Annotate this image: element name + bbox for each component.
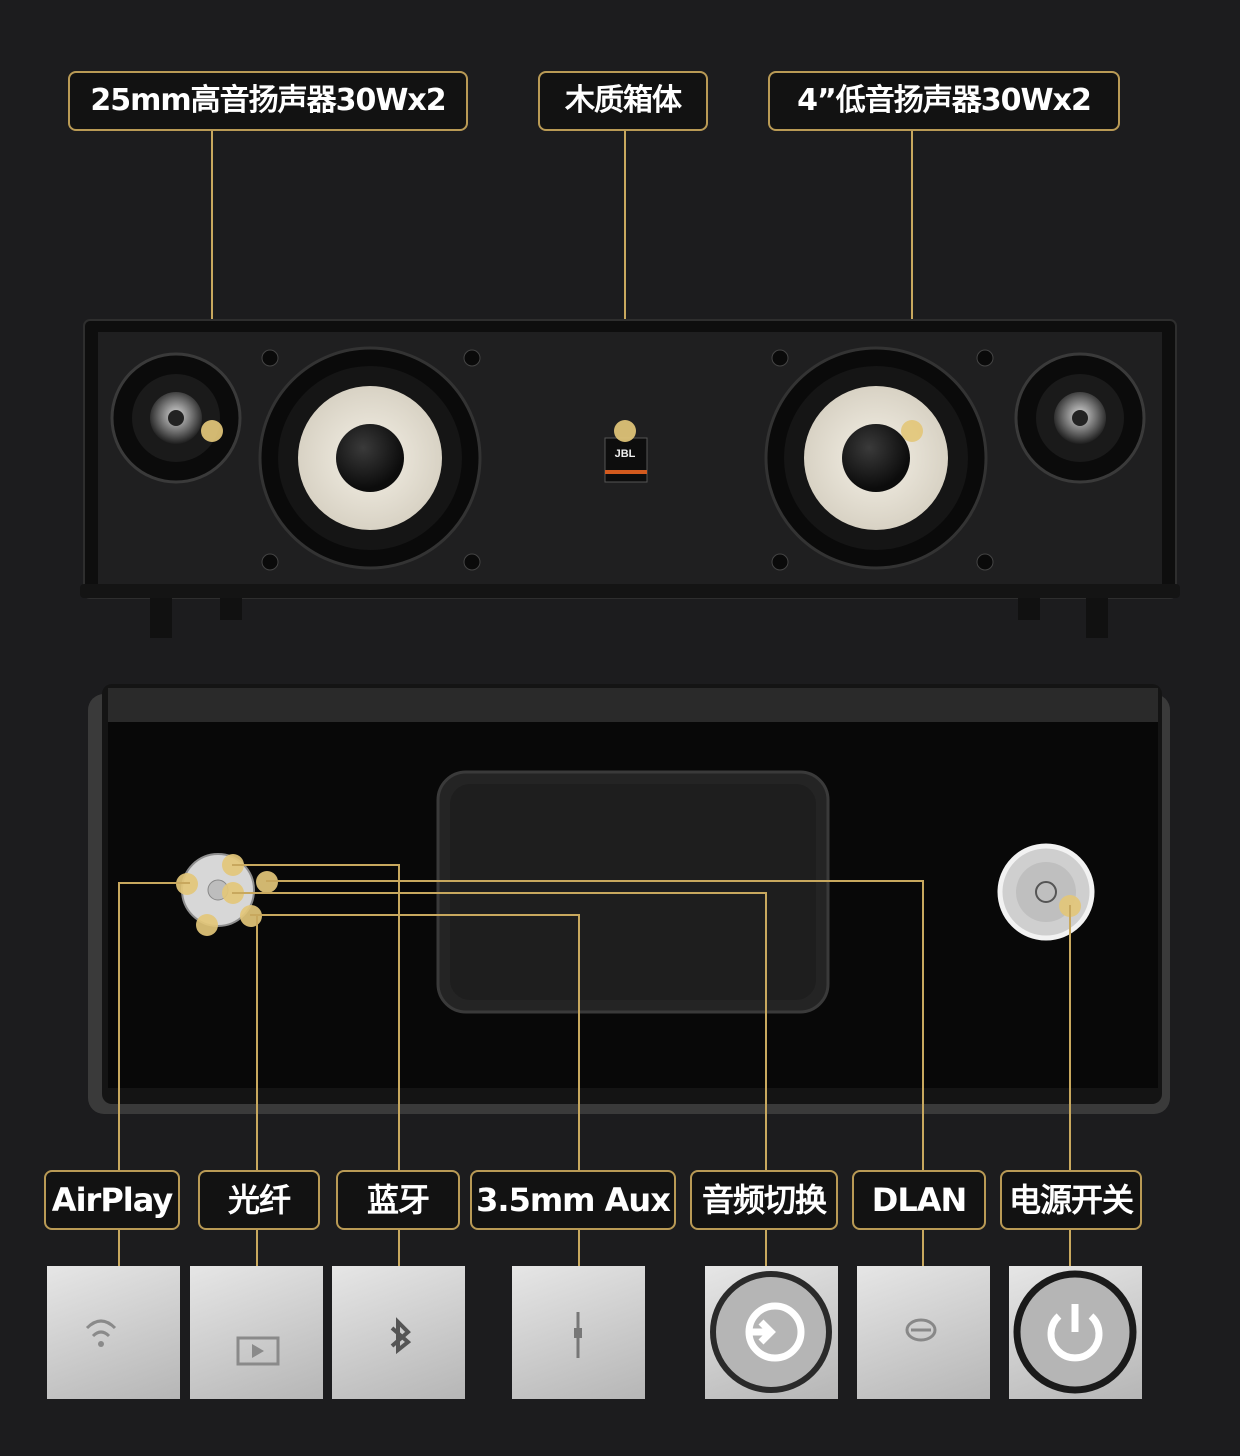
optical-tile-line [256, 1230, 258, 1266]
optical-marker [196, 914, 218, 936]
screen-play-icon [236, 1336, 280, 1366]
wifi-icon [85, 1319, 117, 1347]
aux-label: 3.5mm Aux [470, 1170, 676, 1230]
aux-marker [240, 905, 262, 927]
source-label: 音频切换 [690, 1170, 838, 1230]
source-closeup [705, 1266, 838, 1399]
power-label: 电源开关 [1000, 1170, 1142, 1230]
woofer-label: 4”低音扬声器30Wx2 [768, 71, 1120, 131]
source-leader-line-v [765, 892, 767, 1170]
optical-label: 光纤 [198, 1170, 320, 1230]
cabinet-marker [614, 420, 636, 442]
power-closeup [1009, 1266, 1142, 1399]
jbl-logo: JBL [614, 448, 636, 460]
dlan-label: DLAN [852, 1170, 986, 1230]
aux-jack-icon [574, 1312, 582, 1358]
aux-leader-line [250, 914, 580, 916]
power-tile-line [1069, 1230, 1071, 1266]
aux-tile-line [578, 1230, 580, 1266]
link-icon [905, 1318, 937, 1342]
airplay-marker [176, 873, 198, 895]
dlan-closeup [857, 1266, 990, 1399]
bluetooth-tile-line [398, 1230, 400, 1266]
optical-closeup [190, 1266, 323, 1399]
power-leader-line [1069, 905, 1071, 1170]
woofer-marker [901, 420, 923, 442]
bluetooth-leader-line-v [398, 864, 400, 1170]
airplay-closeup [47, 1266, 180, 1399]
dlan-leader-line [266, 880, 924, 882]
tweeter-label: 25mm高音扬声器30Wx2 [68, 71, 468, 131]
dlan-marker [256, 871, 278, 893]
aux-leader-line-v [578, 914, 580, 1170]
source-leader-line [232, 892, 766, 894]
source-tile-line [765, 1230, 767, 1266]
airplay-tile-line [118, 1230, 120, 1266]
airplay-leader-line [118, 882, 190, 884]
power-icon [1013, 1270, 1137, 1394]
tweeter-marker [201, 420, 223, 442]
input-switch-icon [710, 1271, 832, 1393]
bluetooth-label: 蓝牙 [336, 1170, 460, 1230]
bluetooth-icon [390, 1317, 412, 1355]
bluetooth-leader-line [232, 864, 400, 866]
bluetooth-closeup [332, 1266, 465, 1399]
aux-closeup [512, 1266, 645, 1399]
optical-leader-line [256, 914, 258, 1170]
dlan-tile-line [922, 1230, 924, 1266]
cabinet-label: 木质箱体 [538, 71, 708, 131]
speaker-front-image [80, 319, 1180, 638]
airplay-leader-line-v [118, 882, 120, 1172]
speaker-top-panel-image [88, 684, 1170, 1114]
dlan-leader-line-v [922, 880, 924, 1170]
airplay-label: AirPlay [44, 1170, 180, 1230]
